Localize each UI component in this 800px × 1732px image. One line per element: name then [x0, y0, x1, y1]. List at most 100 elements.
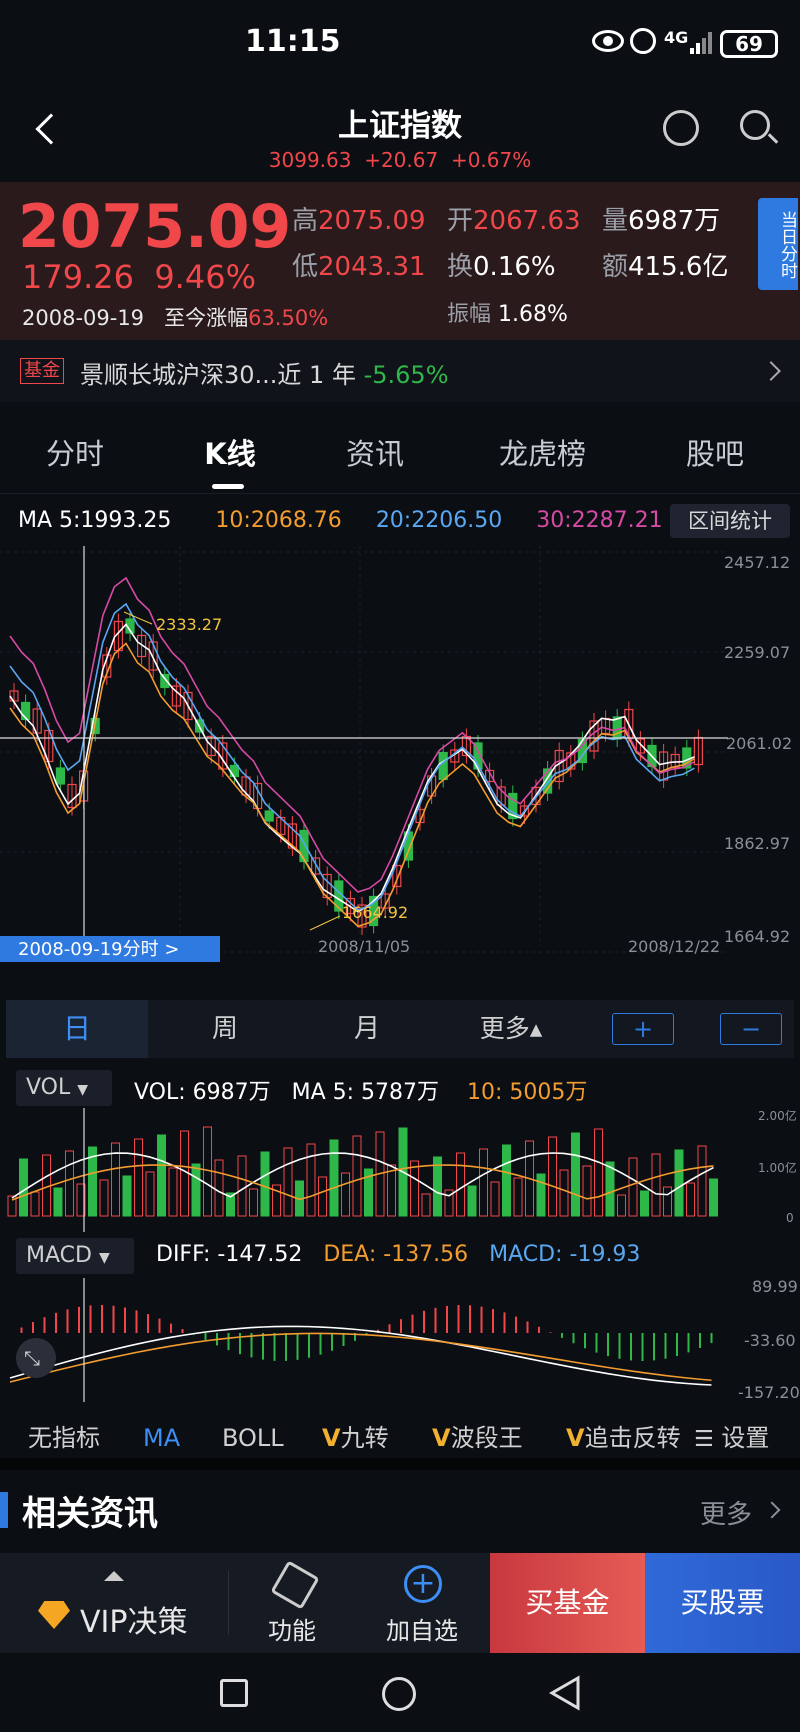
zoom-in-button[interactable]: +	[612, 1013, 674, 1045]
high-label: 高	[292, 206, 319, 236]
volume-bar	[594, 1128, 603, 1217]
macd-value: MACD: -19.93	[489, 1242, 641, 1267]
ma10-value: 10:2068.76	[215, 508, 342, 533]
bottom-action-bar: VIP决策 功能 + 加自选 买基金 买股票	[0, 1553, 800, 1653]
vol-selector[interactable]: VOL ▼	[16, 1070, 112, 1106]
macd-tick-1: -33.60	[744, 1331, 796, 1350]
macd-tick-2: -157.20	[738, 1383, 800, 1402]
header: 上证指数 3099.63 +20.67 +0.67%	[0, 90, 800, 182]
macd-legend: DIFF: -147.52 DEA: -137.56 MACD: -19.93	[156, 1242, 640, 1267]
vip-button[interactable]: VIP决策	[0, 1553, 228, 1653]
volume-bar	[582, 1165, 592, 1217]
ytick-4: 1664.92	[724, 927, 790, 946]
chevron-right-icon	[761, 361, 781, 381]
period-day[interactable]: 日	[6, 1000, 148, 1058]
diamond-icon	[38, 1601, 70, 1629]
indicator-boduanwang-label: 波段王	[450, 1424, 523, 1452]
buy-stock-button[interactable]: 买股票	[645, 1553, 800, 1653]
low-marker-label: 1664.92	[342, 903, 408, 922]
volume-bar	[709, 1178, 718, 1217]
vol-tick-1: 1.00亿	[758, 1160, 797, 1175]
kline-chart[interactable]: 2333.27 1664.92 2457.12 2259.07 2061.02 …	[0, 546, 800, 986]
settings-icon: ☰	[694, 1427, 714, 1452]
vol-legend: VOL: 6987万 MA 5: 5787万 10: 5005万	[134, 1074, 587, 1106]
ma30-value: 30:2287.21	[536, 508, 663, 533]
back-nav-icon[interactable]	[548, 1675, 582, 1711]
macd-selector[interactable]: MACD ▼	[16, 1238, 134, 1274]
volume-bar	[134, 1138, 143, 1217]
vol-label: 量	[602, 206, 629, 236]
volume-bar	[341, 1172, 350, 1217]
tab-kline[interactable]: K线	[175, 414, 285, 494]
crosshair-date-tag[interactable]: 2008-09-19分时 >	[18, 939, 179, 960]
volume-bar	[122, 1175, 132, 1217]
tab-news[interactable]: 资讯	[320, 414, 430, 494]
plus-circle-icon: +	[404, 1565, 442, 1603]
macd-dea: DEA: -137.56	[323, 1242, 469, 1267]
ma5-value: MA 5:1993.25	[18, 508, 172, 533]
macd-dea-line	[9, 1332, 712, 1383]
news-more-link[interactable]: 更多	[700, 1494, 752, 1531]
amt-label: 额	[602, 252, 629, 282]
home-icon[interactable]	[382, 1677, 416, 1711]
interval-stats-button[interactable]: 区间统计	[670, 504, 790, 538]
intraday-side-tab[interactable]: 当日分时	[758, 198, 798, 290]
indicator-zhuiji-label: 追击反转	[584, 1424, 681, 1452]
caret-down-icon: ▼	[98, 1250, 110, 1266]
macd-chart[interactable]: 89.99 -33.60 -157.20 ⤡	[0, 1278, 800, 1402]
date-row: 2008-09-19 至今涨幅63.50%	[22, 302, 328, 332]
sub-price: 3099.63	[268, 148, 352, 172]
tab-forum[interactable]: 股吧	[660, 414, 770, 494]
chevron-right-icon	[763, 1501, 781, 1519]
ma5-line	[9, 623, 695, 913]
status-bar: 11:15 4G 69	[0, 0, 800, 90]
turn-value: 0.16%	[473, 252, 556, 282]
volume-bar	[674, 1149, 684, 1217]
volume-stat: 量6987万	[602, 200, 720, 237]
fund-text: 景顺长城沪深30...近 1 年 -5.65%	[80, 355, 449, 390]
ma10-line	[9, 642, 695, 928]
sub-pct: +0.67%	[450, 148, 532, 172]
fund-banner[interactable]: 基金 景顺长城沪深30...近 1 年 -5.65%	[0, 340, 800, 402]
macd-tick-0: 89.99	[752, 1278, 798, 1296]
recents-icon[interactable]	[220, 1679, 248, 1707]
volume-chart[interactable]: 2.00亿 1.00亿 0	[0, 1108, 800, 1232]
zoom-out-button[interactable]: −	[720, 1013, 782, 1045]
vol-tick-0: 2.00亿	[758, 1108, 797, 1123]
ytick-1: 2259.07	[724, 643, 790, 662]
chat-icon[interactable]	[663, 110, 699, 146]
clock: 11:15	[245, 24, 341, 59]
current-price: 2075.09	[18, 192, 292, 262]
fund-name: 景顺长城沪深30...近 1 年	[80, 361, 356, 389]
caret-up-icon	[104, 1571, 124, 1581]
vol-ma5: MA 5: 5787万	[291, 1080, 440, 1105]
buy-fund-button[interactable]: 买基金	[490, 1553, 645, 1653]
ma20-value: 20:2206.50	[375, 508, 503, 533]
volume-bar	[191, 1163, 201, 1217]
tab-dragon-tiger[interactable]: 龙虎榜	[480, 414, 605, 494]
related-news-header: 相关资讯 更多	[0, 1470, 800, 1550]
volume-bar	[352, 1135, 362, 1217]
high-stat: 高2075.09	[292, 200, 426, 237]
add-watchlist-button[interactable]: + 加自选	[376, 1553, 486, 1653]
volume-bar	[145, 1171, 155, 1217]
v-badge-icon: V	[566, 1424, 585, 1452]
tab-active-indicator	[212, 484, 244, 489]
candle-body	[55, 767, 66, 785]
volume-bar	[421, 1193, 431, 1217]
section-accent	[0, 1492, 8, 1528]
tab-intraday[interactable]: 分时	[20, 414, 130, 494]
period-more[interactable]: 更多▴	[446, 1000, 576, 1058]
macd-selector-label: MACD	[26, 1243, 92, 1268]
period-week[interactable]: 周	[154, 1000, 296, 1058]
function-button[interactable]: 功能	[250, 1553, 360, 1653]
volume-bar	[249, 1188, 258, 1217]
amt-value: 415.6亿	[628, 252, 729, 282]
volume-bar	[628, 1157, 638, 1217]
search-icon[interactable]	[740, 110, 779, 144]
period-month[interactable]: 月	[296, 1000, 438, 1058]
volume-bar	[467, 1185, 477, 1217]
ma30-line	[9, 576, 695, 893]
news-title: 相关资讯	[22, 1494, 158, 1534]
eye-icon	[592, 30, 624, 52]
